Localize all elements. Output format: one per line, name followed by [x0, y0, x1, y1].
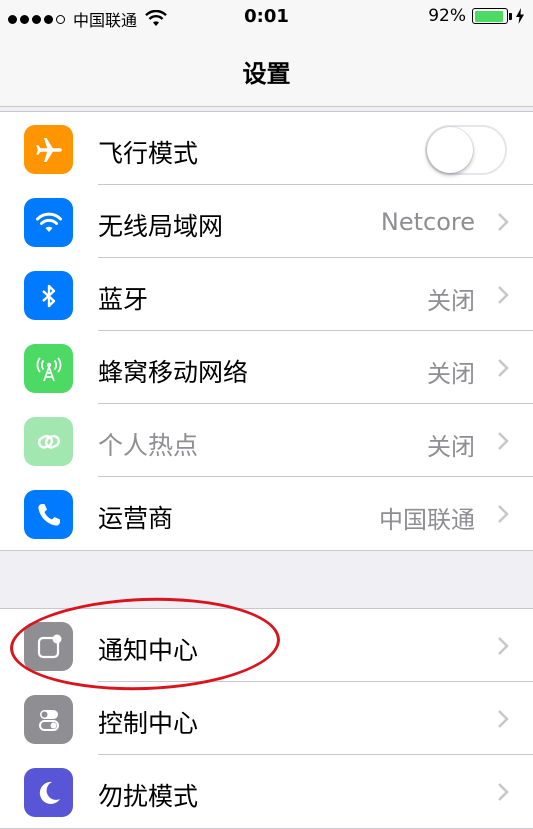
bluetooth-icon: [24, 271, 73, 320]
personal-hotspot-status: 关闭: [427, 433, 475, 461]
settings-group-connectivity: 飞行模式 无线局域网 Netcore 蓝牙 关闭 蜂窝移动网络 关闭 个人热点 …: [0, 111, 533, 551]
phone-icon: [24, 490, 73, 539]
battery-icon: [472, 8, 508, 24]
cellular-status: 关闭: [427, 360, 475, 388]
control-center-label: 控制中心: [98, 709, 199, 738]
wifi-label: 无线局域网: [98, 212, 224, 241]
settings-row-personal-hotspot[interactable]: 个人热点 关闭: [0, 404, 533, 477]
cellular-icon: [24, 344, 73, 393]
notification-center-label: 通知中心: [98, 636, 199, 665]
chevron-right-icon: [498, 710, 509, 728]
do-not-disturb-label: 勿扰模式: [98, 782, 199, 811]
bluetooth-status: 关闭: [427, 287, 475, 315]
wifi-icon: [24, 198, 73, 247]
settings-row-airplane-mode: 飞行模式: [0, 112, 533, 185]
chevron-right-icon: [498, 637, 509, 655]
settings-row-do-not-disturb[interactable]: 勿扰模式: [0, 755, 533, 828]
airplane-mode-label: 飞行模式: [98, 139, 199, 168]
chevron-right-icon: [498, 783, 509, 801]
wifi-network-name: Netcore: [380, 208, 475, 236]
page-title: 设置: [242, 60, 291, 88]
status-bar: 中国联通 0:01 92%: [0, 0, 533, 34]
personal-hotspot-label: 个人热点: [98, 431, 199, 460]
settings-row-notification-center[interactable]: 通知中心: [0, 609, 533, 682]
control-center-icon: [24, 695, 73, 744]
moon-icon: [24, 768, 73, 817]
notification-center-icon: [24, 622, 73, 671]
hotspot-icon: [24, 417, 73, 466]
battery-percent: 92%: [428, 6, 466, 26]
bluetooth-label: 蓝牙: [98, 285, 149, 314]
settings-row-carrier[interactable]: 运营商 中国联通: [0, 477, 533, 550]
airplane-icon: [24, 125, 73, 174]
settings-row-bluetooth[interactable]: 蓝牙 关闭: [0, 258, 533, 331]
charging-bolt-icon: [516, 8, 524, 24]
carrier-value: 中国联通: [379, 506, 475, 534]
chevron-right-icon: [498, 213, 509, 231]
settings-row-wifi[interactable]: 无线局域网 Netcore: [0, 185, 533, 258]
carrier-label: 运营商: [98, 504, 174, 533]
navigation-bar: 设置: [0, 34, 533, 107]
settings-row-cellular[interactable]: 蜂窝移动网络 关闭: [0, 331, 533, 404]
cellular-label: 蜂窝移动网络: [98, 358, 249, 387]
chevron-right-icon: [498, 286, 509, 304]
chevron-right-icon: [498, 432, 509, 450]
toggle-knob: [427, 127, 473, 173]
settings-row-control-center[interactable]: 控制中心: [0, 682, 533, 755]
settings-group-system: 通知中心 控制中心 勿扰模式: [0, 608, 533, 829]
chevron-right-icon: [498, 359, 509, 377]
airplane-mode-toggle[interactable]: [425, 125, 507, 175]
chevron-right-icon: [498, 505, 509, 523]
